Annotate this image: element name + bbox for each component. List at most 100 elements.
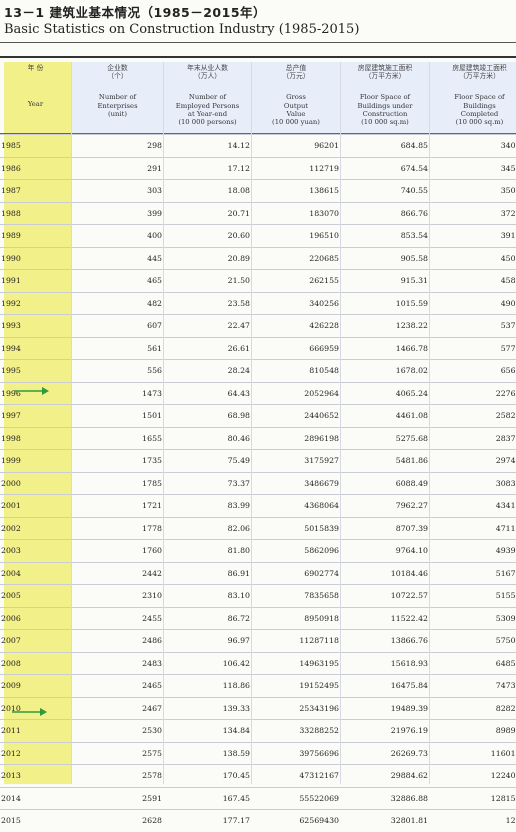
cell-year: 1992	[1, 298, 21, 308]
cell-year: 1985	[1, 141, 21, 150]
cell-floor-space-under-construction: 4065.24	[395, 388, 428, 398]
cell-enterprises: 2628	[142, 816, 162, 825]
cell-floor-space-completed: 4341.38	[495, 501, 516, 510]
cell-floor-space-completed: 537.78	[500, 321, 516, 330]
cell-gross-output: 340256	[309, 298, 339, 308]
cell-gross-output: 5862096	[304, 546, 339, 555]
cell-gross-output: 220685	[309, 253, 339, 263]
header-floor-space-completed-cn: 房屋建筑竣工面积 （万平方米）	[452, 64, 507, 81]
cell-enterprises: 561	[147, 343, 162, 353]
cell-floor-space-completed: 5309.27	[495, 613, 516, 623]
cell-employed-persons: 20.60	[227, 231, 250, 240]
cell-floor-space-completed: 2974.82	[495, 456, 516, 465]
cell-floor-space-completed: 458.23	[500, 276, 516, 285]
column-divider	[429, 62, 430, 784]
cell-floor-space-under-construction: 32801.81	[390, 816, 428, 825]
cell-floor-space-completed: 8282.00	[495, 703, 516, 713]
cell-year: 2004	[1, 568, 21, 578]
cell-year: 2012	[1, 748, 21, 758]
cell-floor-space-under-construction: 19489.39	[390, 703, 428, 713]
cell-floor-space-completed: 372.69	[500, 208, 516, 218]
cell-floor-space-completed: 4711.06	[495, 523, 516, 533]
cell-enterprises: 2465	[142, 681, 162, 690]
cell-floor-space-completed: 5750.65	[495, 636, 516, 645]
cell-year: 1995	[1, 366, 21, 375]
cell-enterprises: 2575	[142, 748, 162, 758]
cell-floor-space-under-construction: 1678.02	[395, 366, 428, 375]
header-employed-persons: 年末从业人数 （万人） Number of Employed Persons at…	[164, 62, 252, 133]
cell-floor-space-completed: 340.18	[500, 141, 516, 150]
cell-floor-space-under-construction: 853.54	[400, 231, 428, 240]
cell-employed-persons: 68.98	[227, 411, 250, 420]
cell-year: 1993	[1, 321, 21, 330]
table-row: 2003 1760 81.80 5862096 9764.10 4939.62	[0, 539, 516, 562]
cell-floor-space-under-construction: 10722.57	[390, 591, 428, 600]
cell-enterprises: 1735	[142, 456, 162, 465]
header-gross-output: 总产值 （万元） Gross Output Value (10 000 yuan)	[252, 62, 341, 133]
cell-floor-space-under-construction: 11522.42	[390, 613, 428, 623]
cell-year: 1986	[1, 163, 21, 173]
header-enterprises-cn: 企业数 （个）	[107, 64, 128, 81]
cell-year: 1997	[1, 411, 21, 420]
cell-floor-space-completed: 6485.30	[495, 658, 516, 668]
cell-floor-space-under-construction: 4461.08	[395, 411, 428, 420]
cell-employed-persons: 14.12	[227, 141, 250, 150]
cell-employed-persons: 80.46	[227, 433, 250, 443]
cell-year: 2002	[1, 523, 21, 533]
table-row: 2000 1785 73.37 3486679 6088.49 3083.72	[0, 471, 516, 495]
cell-floor-space-under-construction: 32886.88	[390, 793, 428, 803]
cell-year: 1998	[1, 433, 21, 443]
cell-enterprises: 1655	[142, 433, 162, 443]
title-rule	[0, 42, 516, 43]
cell-employed-persons: 83.99	[227, 501, 250, 510]
cell-employed-persons: 106.42	[222, 658, 250, 668]
header-floor-space-under-construction: 房屋建筑施工面积 （万平方米） Floor Space of Buildings …	[341, 62, 430, 133]
cell-employed-persons: 167.45	[222, 793, 250, 803]
cell-year: 2015	[1, 816, 21, 825]
column-divider	[251, 62, 252, 784]
column-divider	[340, 62, 341, 784]
cell-enterprises: 2486	[142, 636, 162, 645]
table-row: 2002 1778 82.06 5015839 8707.39 4711.06	[0, 516, 516, 540]
cell-floor-space-under-construction: 13866.76	[390, 636, 428, 645]
cell-year: 2007	[1, 636, 21, 645]
cell-year: 2003	[1, 546, 21, 555]
cell-floor-space-completed: 12.58	[505, 816, 516, 825]
cell-floor-space-completed: 2582.73	[495, 411, 516, 420]
table-top-rule	[0, 56, 516, 58]
header-employed-persons-en: Number of Employed Persons at Year-end (…	[175, 93, 240, 127]
cell-employed-persons: 18.08	[227, 186, 250, 195]
cell-enterprises: 1501	[142, 411, 162, 420]
cell-enterprises: 482	[147, 298, 162, 308]
cell-employed-persons: 138.59	[222, 748, 250, 758]
header-floor-space-under-construction-cn: 房屋建筑施工面积 （万平方米）	[357, 64, 413, 81]
cell-enterprises: 2530	[142, 726, 162, 735]
cell-gross-output: 138615	[309, 186, 339, 195]
cell-floor-space-completed: 577.22	[500, 343, 516, 353]
header-employed-persons-cn: 年末从业人数 （万人）	[187, 64, 228, 81]
cell-enterprises: 303	[147, 186, 162, 195]
cell-floor-space-completed: 4939.62	[495, 546, 516, 555]
cell-employed-persons: 20.71	[227, 208, 250, 218]
cell-year: 2006	[1, 613, 21, 623]
cell-gross-output: 2896198	[304, 433, 339, 443]
header-enterprises: 企业数 （个） Number of Enterprises (unit)	[72, 62, 164, 133]
cell-enterprises: 607	[147, 321, 162, 330]
header-floor-space-completed: 房屋建筑竣工面积 （万平方米） Floor Space of Buildings …	[430, 62, 516, 133]
cell-enterprises: 1721	[142, 501, 162, 510]
cell-enterprises: 1785	[142, 478, 162, 488]
table-row: 2004 2442 86.91 6902774 10184.46 5167.65	[0, 561, 516, 585]
cell-employed-persons: 23.58	[227, 298, 250, 308]
table-title-english: Basic Statistics on Construction Industr…	[4, 22, 360, 37]
cell-floor-space-completed: 656.38	[500, 366, 516, 375]
cell-enterprises: 1778	[142, 523, 162, 533]
table-title-chinese: 13－1 建筑业基本情况（1985－2015年）	[4, 5, 267, 20]
cell-gross-output: 6902774	[304, 568, 339, 578]
cell-year: 2000	[1, 478, 21, 488]
cell-floor-space-under-construction: 915.31	[400, 276, 428, 285]
table-row: 2012 2575 138.59 39756696 26269.73 11601.82	[0, 741, 516, 765]
cell-gross-output: 196510	[309, 231, 339, 240]
table-row: 2007 2486 96.97 11287118 13866.76 5750.65	[0, 629, 516, 652]
cell-gross-output: 112719	[309, 163, 339, 173]
cell-floor-space-under-construction: 5275.68	[395, 433, 428, 443]
